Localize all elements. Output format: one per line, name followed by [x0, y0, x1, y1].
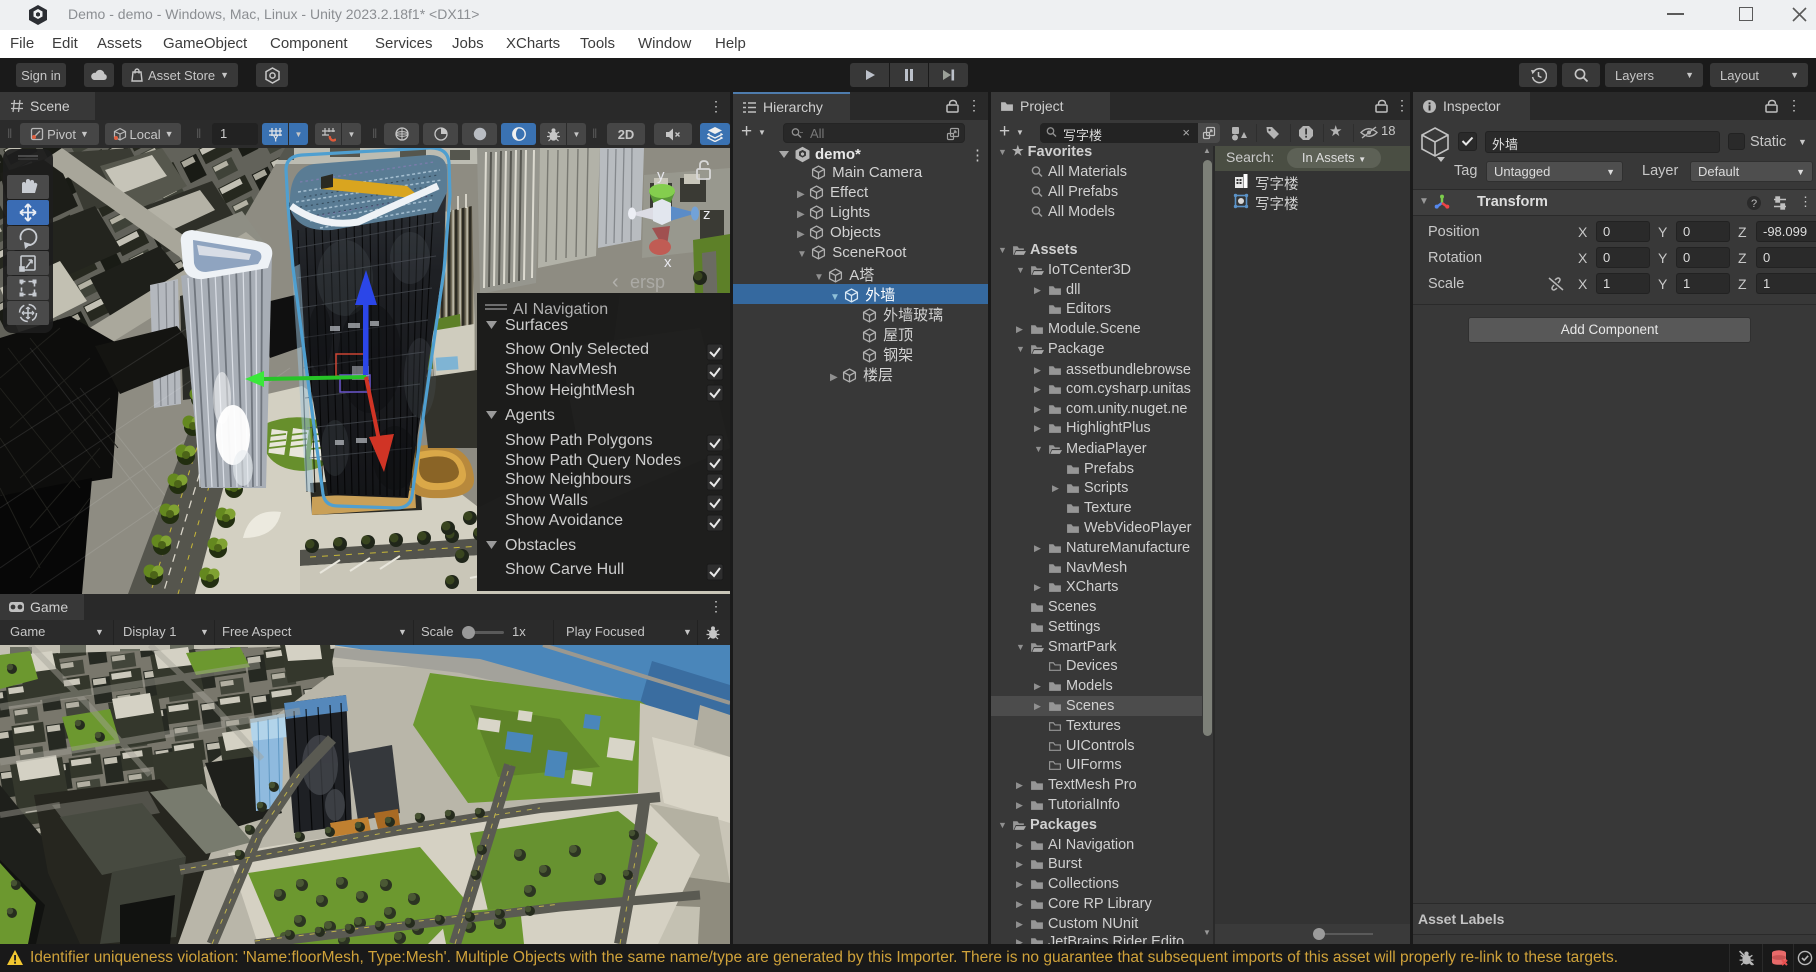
- svg-text:Show Walls: Show Walls: [505, 492, 588, 509]
- svg-text:AI Navigation: AI Navigation: [513, 301, 608, 318]
- svg-text:Agents: Agents: [505, 407, 555, 424]
- svg-text:‹: ‹: [612, 271, 619, 293]
- svg-text:Obstacles: Obstacles: [505, 537, 576, 554]
- svg-text:?: ?: [1751, 198, 1757, 210]
- svg-text:Show NavMesh: Show NavMesh: [505, 361, 617, 378]
- svg-text:z: z: [703, 206, 711, 223]
- svg-text:Show Only Selected: Show Only Selected: [505, 341, 649, 358]
- svg-text:ersp: ersp: [630, 272, 665, 292]
- svg-text:Show Avoidance: Show Avoidance: [505, 512, 623, 529]
- svg-text:Show Carve Hull: Show Carve Hull: [505, 561, 624, 578]
- svg-text:y: y: [657, 167, 665, 184]
- svg-text:x: x: [664, 254, 672, 271]
- svg-text:Show HeightMesh: Show HeightMesh: [505, 382, 635, 399]
- svg-text:Y: Y: [273, 134, 279, 142]
- svg-text:Show Path Query Nodes: Show Path Query Nodes: [505, 452, 681, 469]
- svg-text:Show Neighbours: Show Neighbours: [505, 471, 631, 488]
- svg-text:Show Path Polygons: Show Path Polygons: [505, 432, 653, 449]
- svg-text:Surfaces: Surfaces: [505, 317, 568, 334]
